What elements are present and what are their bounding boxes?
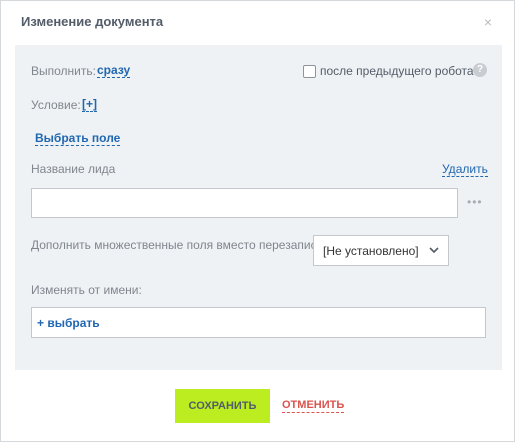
after-previous-robot-label: после предыдущего робота (320, 64, 474, 78)
chevron-down-icon (429, 247, 439, 254)
append-multiple-fields-label: Дополнить множественные поля вместо пере… (31, 238, 327, 252)
choose-field-link[interactable]: Выбрать поле (35, 131, 121, 146)
condition-label: Условие: (31, 98, 81, 112)
dialog-header: Изменение документа × (1, 1, 514, 45)
lead-name-input[interactable] (31, 188, 458, 218)
execute-mode-link[interactable]: сразу (97, 63, 131, 78)
delete-field-link[interactable]: Удалить (442, 162, 488, 177)
change-document-dialog: Изменение документа × Выполнить: сразу п… (0, 0, 515, 442)
field-name-label: Название лида (31, 162, 116, 176)
save-button[interactable]: СОХРАНИТЬ (175, 389, 270, 423)
cancel-button[interactable]: ОТМЕНИТЬ (282, 399, 345, 413)
append-multiple-selected-value: [Не установлено] (323, 244, 419, 258)
append-multiple-select[interactable]: [Не установлено] (313, 235, 449, 266)
execute-label: Выполнить: (31, 64, 96, 78)
pick-user-link[interactable]: + выбрать (37, 316, 100, 330)
dialog-title: Изменение документа (21, 14, 164, 29)
after-previous-robot-checkbox[interactable] (303, 65, 316, 78)
close-icon[interactable]: × (484, 14, 492, 30)
user-picker[interactable]: + выбрать (31, 307, 486, 338)
help-icon[interactable]: ? (473, 63, 487, 77)
dots-icon[interactable]: ••• (467, 196, 483, 208)
add-condition-link[interactable]: [+] (82, 97, 97, 112)
change-as-user-label: Изменять от имени: (31, 283, 142, 297)
